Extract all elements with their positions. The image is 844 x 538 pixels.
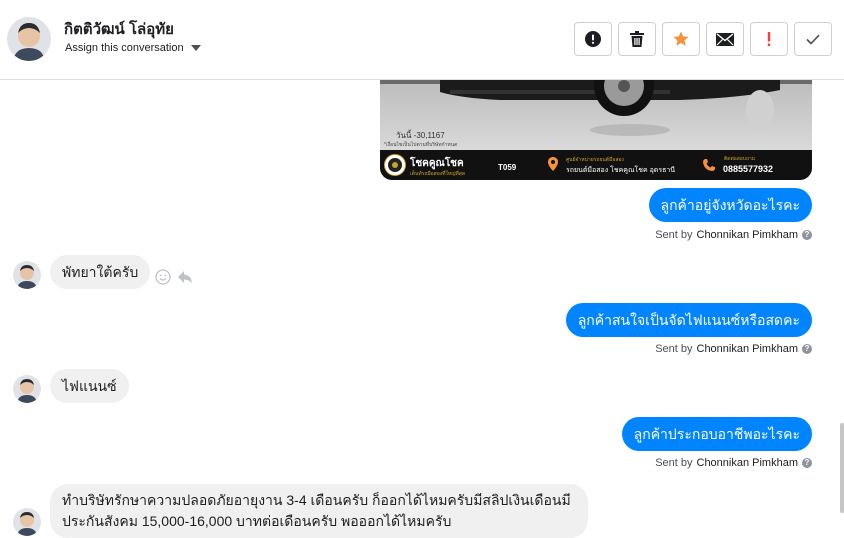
delete-button[interactable]: [618, 22, 656, 56]
contact-avatar[interactable]: [7, 17, 51, 61]
sent-by-label: Sent by Chonnikan Pimkham ?: [655, 229, 812, 241]
outgoing-message[interactable]: ลูกค้าประกอบอาชีพอะไรคะ: [621, 417, 812, 451]
caret-down-icon: [190, 45, 201, 51]
sent-by-prefix: Sent by: [655, 229, 693, 241]
brand-subtext: เต็นท์รถมือสองที่ใหญ่ที่สุด: [410, 171, 466, 177]
sent-by-prefix: Sent by: [655, 343, 693, 355]
price-subtext: *เงื่อนไขเป็นไปตามที่บริษัทกำหนด: [384, 142, 458, 148]
sender-name: Chonnikan Pimkham: [696, 343, 799, 355]
reply-icon[interactable]: [177, 270, 193, 284]
message-actions: [155, 269, 193, 285]
sent-by-label: Sent by Chonnikan Pimkham ?: [655, 457, 812, 469]
conversation-header: กิตติวัฒน์ โล่อุทัย Assign this conversa…: [0, 0, 844, 80]
envelope-icon: [716, 32, 734, 46]
star-icon: [673, 31, 689, 46]
contact-avatar-small: [13, 508, 41, 536]
conversation-actions: [574, 22, 832, 56]
location-text: รถยนต์มือสอง โชคคูณโชค อุดรธานี: [566, 167, 676, 174]
smiley-icon[interactable]: [155, 269, 171, 285]
sender-name: Chonnikan Pimkham: [696, 229, 799, 241]
incoming-message[interactable]: ไฟแนนซ์: [50, 369, 129, 403]
outgoing-message[interactable]: ลูกค้าสนใจเป็นจัดไฟแนนซ์หรือสดคะ: [565, 303, 812, 337]
alert-button[interactable]: [574, 22, 612, 56]
car-code: T059: [498, 163, 517, 172]
spam-button[interactable]: [750, 22, 788, 56]
chat-scrollbar[interactable]: [840, 423, 844, 513]
checkmark-icon: [806, 34, 820, 45]
sent-by-label: Sent by Chonnikan Pimkham ?: [655, 343, 812, 355]
incoming-message[interactable]: พัทยาใต้ครับ: [50, 255, 151, 289]
help-icon[interactable]: ?: [802, 458, 812, 468]
assign-label: Assign this conversation: [65, 42, 184, 54]
alert-circle-icon: [585, 31, 601, 47]
phone-label: ติดต่อสอบถาม: [724, 156, 756, 162]
outgoing-message[interactable]: ลูกค้าอยู่จังหวัดอะไรคะ: [648, 188, 812, 222]
help-icon[interactable]: ?: [802, 344, 812, 354]
exclamation-icon: [767, 32, 771, 46]
trash-icon: [630, 31, 644, 47]
assign-conversation-dropdown[interactable]: Assign this conversation: [65, 42, 201, 54]
mark-done-button[interactable]: [794, 22, 832, 56]
sent-by-prefix: Sent by: [655, 457, 693, 469]
contact-name: กิตติวัฒน์ โล่อุทัย: [64, 21, 174, 38]
brand-name: โชคคูณโชค: [410, 158, 464, 169]
sender-name: Chonnikan Pimkham: [696, 457, 799, 469]
star-button[interactable]: [662, 22, 700, 56]
message-thread[interactable]: วันนี้ -30,1167 *เงื่อนไขเป็นไปตามที่บริ…: [0, 80, 844, 538]
help-icon[interactable]: ?: [802, 230, 812, 240]
contact-avatar-small: [13, 375, 41, 403]
contact-avatar-small: [13, 261, 41, 289]
car-advert-image[interactable]: วันนี้ -30,1167 *เงื่อนไขเป็นไปตามที่บริ…: [380, 80, 812, 180]
location-label: ศูนย์จำหน่ายรถยนต์มือสอง: [566, 157, 624, 163]
location-pin-icon: [548, 157, 558, 171]
phone-icon: [703, 159, 715, 171]
phone-number: 0885577932: [723, 164, 774, 174]
mark-unread-button[interactable]: [706, 22, 744, 56]
brand-logo: [384, 154, 406, 176]
incoming-message[interactable]: ทำบริษัทรักษาความปลอดภัยอายุงาน 3-4 เดือ…: [50, 484, 588, 538]
